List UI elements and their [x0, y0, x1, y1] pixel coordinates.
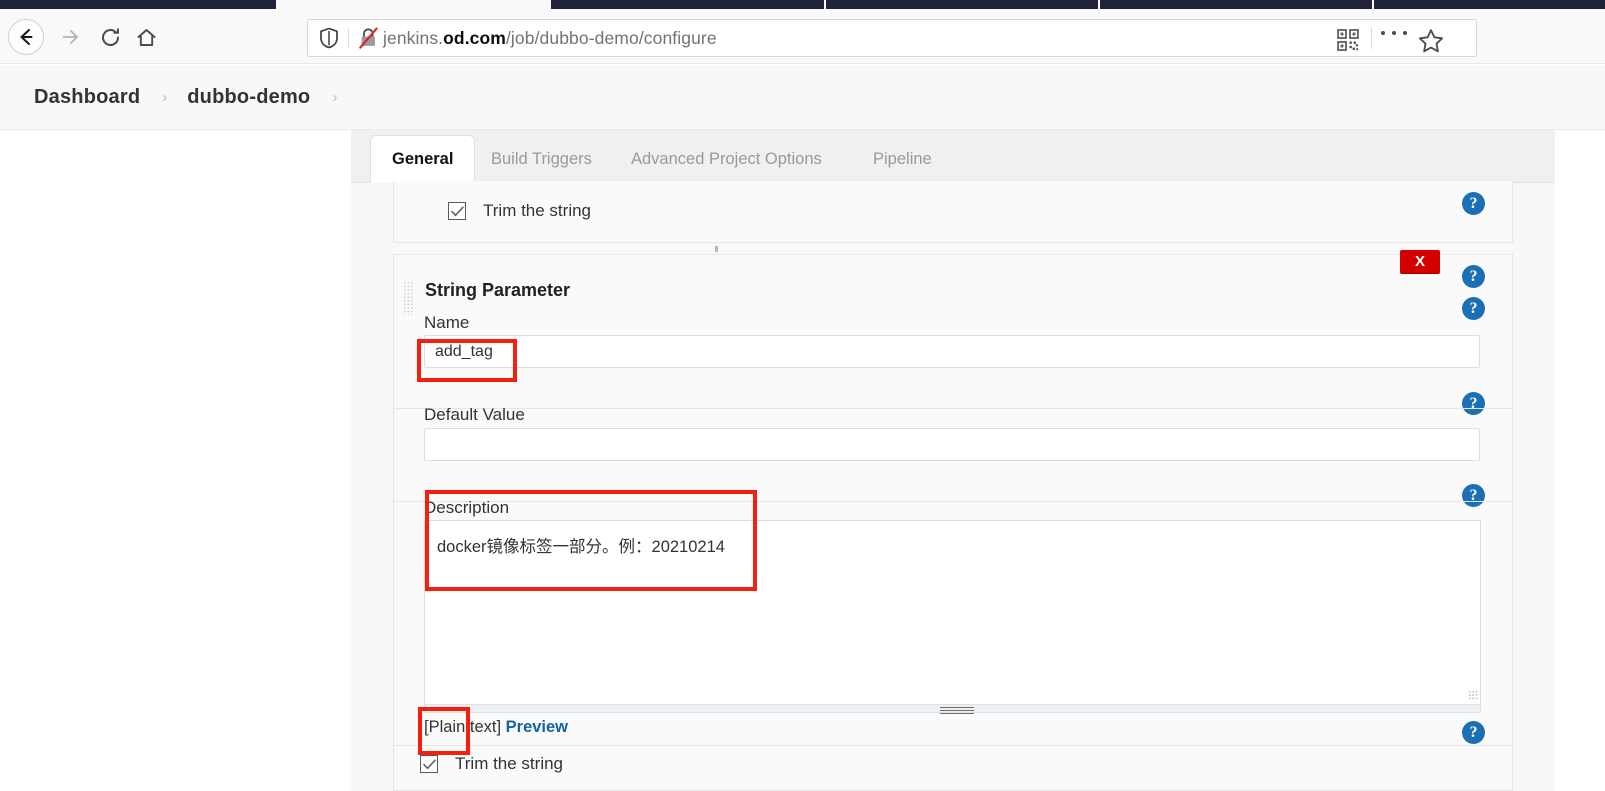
divider: [394, 408, 1512, 409]
tab-pipeline[interactable]: Pipeline: [852, 135, 953, 183]
name-label: Name: [424, 313, 470, 332]
browser-tab[interactable]: [1374, 0, 1605, 9]
home-icon: [137, 28, 155, 46]
url-bar[interactable]: jenkins.od.com/job/dubbo-demo/configure: [307, 19, 1477, 57]
urlbar-divider: [348, 28, 349, 48]
trim-the-string-label-top: Trim the string: [483, 201, 592, 220]
arrow-left-icon: [20, 29, 33, 45]
previous-parameter-block: Trim the string: [393, 181, 1513, 243]
browser-tab[interactable]: [551, 0, 824, 9]
shield-icon[interactable]: [319, 27, 339, 49]
check-mark-icon: [422, 758, 436, 769]
description-label: Description: [424, 498, 510, 517]
default-value-label: Default Value: [424, 405, 525, 424]
home-button[interactable]: [128, 19, 164, 55]
forward-button[interactable]: [52, 19, 88, 55]
divider: [394, 745, 1512, 746]
config-panel: General Build Triggers Advanced Project …: [351, 130, 1555, 791]
check-mark-icon: [450, 205, 464, 216]
chevron-right-icon: ›: [162, 88, 168, 106]
help-icon[interactable]: ?: [1462, 721, 1485, 744]
name-input[interactable]: [424, 335, 1480, 368]
divider: [394, 501, 1512, 502]
trim-the-string-checkbox-top[interactable]: Trim the string: [448, 201, 591, 221]
checkbox-icon[interactable]: [448, 202, 466, 220]
breadcrumb: Dashboard › dubbo-demo ›: [0, 65, 1605, 130]
tab-advanced-project-options[interactable]: Advanced Project Options: [610, 135, 843, 183]
markup-type-line: [Plain text] Preview: [424, 718, 568, 737]
browser-tab-strip[interactable]: [0, 0, 1605, 9]
textarea-resize-corner-icon[interactable]: [1468, 690, 1478, 700]
tab-general[interactable]: General: [370, 135, 476, 183]
default-value-input[interactable]: [424, 428, 1480, 461]
tab-build-triggers[interactable]: Build Triggers: [470, 135, 613, 183]
delete-parameter-button[interactable]: X: [1400, 250, 1440, 273]
config-form: Trim the string ? String Parameter ? ? ?…: [366, 181, 1555, 791]
chevron-right-icon: ›: [332, 88, 338, 106]
page-body: General Build Triggers Advanced Project …: [0, 130, 1605, 791]
help-icon[interactable]: ?: [1462, 484, 1485, 507]
bookmark-star-icon[interactable]: [1418, 28, 1444, 59]
crossed-lock-icon[interactable]: [358, 27, 379, 49]
preview-link[interactable]: Preview: [506, 718, 568, 736]
trim-the-string-checkbox-bottom[interactable]: Trim the string: [420, 754, 563, 774]
back-button[interactable]: [8, 19, 44, 55]
trim-the-string-label-bottom: Trim the string: [455, 754, 564, 773]
help-icon[interactable]: ?: [1462, 265, 1485, 288]
browser-tab[interactable]: [1100, 0, 1372, 9]
checkbox-icon[interactable]: [420, 755, 438, 773]
url-text[interactable]: jenkins.od.com/job/dubbo-demo/configure: [383, 28, 717, 49]
breadcrumb-item-dubbo-demo[interactable]: dubbo-demo: [187, 86, 310, 109]
textarea-resize-bar[interactable]: [424, 704, 1481, 714]
breadcrumb-item-dashboard[interactable]: Dashboard: [34, 86, 140, 109]
browser-tab[interactable]: [826, 0, 1098, 9]
help-icon[interactable]: ?: [1462, 392, 1485, 415]
qr-code-icon[interactable]: [1337, 29, 1359, 56]
arrow-right-icon: [62, 30, 78, 44]
help-icon[interactable]: ?: [1462, 297, 1485, 320]
help-icon[interactable]: ?: [1462, 192, 1485, 215]
browser-tab[interactable]: [0, 0, 276, 9]
description-textarea[interactable]: [424, 520, 1481, 705]
reload-icon: [101, 27, 119, 46]
drag-handle-icon[interactable]: [403, 281, 414, 315]
toolbar-divider: [1371, 27, 1372, 49]
plain-text-label: [Plain text]: [424, 718, 502, 736]
app-menu-icon[interactable]: [1381, 31, 1407, 35]
browser-toolbar: jenkins.od.com/job/dubbo-demo/configure: [0, 9, 1605, 64]
resize-grip-icon[interactable]: [940, 707, 974, 714]
reload-button[interactable]: [92, 19, 128, 55]
string-parameter-title: String Parameter: [425, 280, 571, 300]
config-tab-bar: General Build Triggers Advanced Project …: [351, 130, 1555, 183]
